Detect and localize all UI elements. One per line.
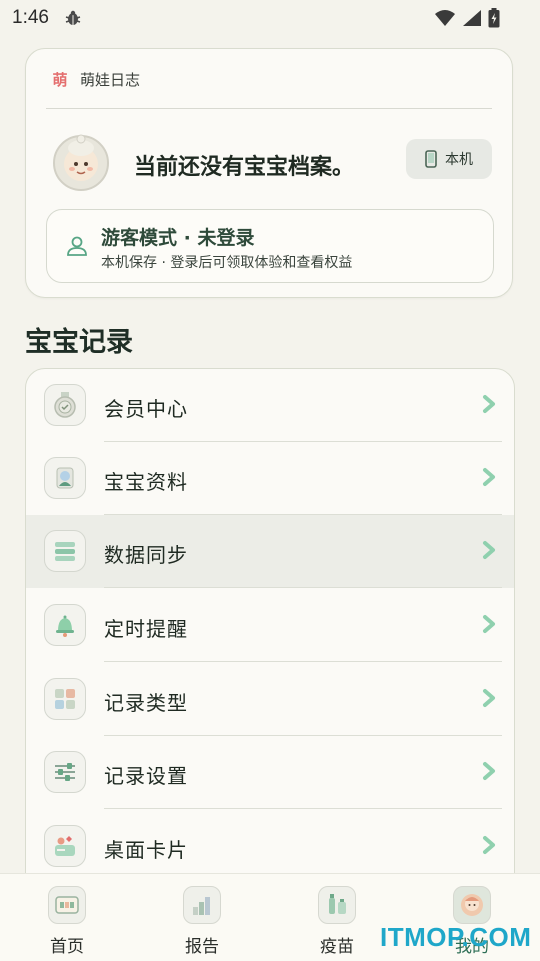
- local-button-label: 本机: [445, 152, 473, 168]
- user-icon: [67, 236, 87, 256]
- watermark: ITMOP.COM: [380, 922, 532, 952]
- chevron-right-icon: [483, 689, 495, 707]
- nav-tab-home[interactable]: 首页: [28, 882, 108, 958]
- signal-icon: [463, 10, 481, 26]
- menu-item-label: 宝宝资料: [104, 470, 188, 494]
- status-time: 1:46: [12, 7, 49, 28]
- home-icon: [48, 886, 86, 924]
- app-logo-icon: 萌: [52, 71, 68, 89]
- vaccine-icon: [318, 886, 356, 924]
- section-title: 宝宝记录: [25, 327, 133, 358]
- guest-login-banner[interactable]: 游客模式 · 未登录 本机保存 · 登录后可领取体验和查看权益: [46, 209, 494, 283]
- profile-card: 萌 萌娃日志 当前还没有宝宝档案。 本机 游客模式 · 未登录 本机保存 · 登…: [25, 48, 513, 298]
- chevron-right-icon: [483, 541, 495, 559]
- divider: [104, 587, 502, 588]
- settings-menu: 会员中心 宝宝资料 数据同步 定时提醒 记录类型 记录设置 桌面卡片: [25, 368, 515, 908]
- status-icons: [434, 8, 500, 28]
- nav-label: 首页: [50, 937, 84, 957]
- menu-item-membership[interactable]: 会员中心: [26, 369, 514, 442]
- menu-item-reminders[interactable]: 定时提醒: [26, 589, 514, 662]
- debug-bug-icon: [65, 10, 81, 25]
- menu-item-label: 桌面卡片: [104, 838, 188, 862]
- menu-item-record-settings[interactable]: 记录设置: [26, 736, 514, 809]
- menu-item-label: 记录类型: [104, 691, 188, 715]
- baby-profile-icon: [44, 457, 86, 499]
- menu-item-record-types[interactable]: 记录类型: [26, 663, 514, 736]
- battery-icon: [488, 8, 500, 28]
- category-grid-icon: [44, 678, 86, 720]
- wifi-icon: [435, 10, 455, 26]
- sliders-icon: [44, 751, 86, 793]
- menu-item-label: 数据同步: [104, 543, 188, 567]
- divider: [104, 808, 502, 809]
- chevron-right-icon: [483, 468, 495, 486]
- local-storage-button[interactable]: 本机: [406, 139, 492, 179]
- chevron-right-icon: [483, 762, 495, 780]
- divider: [104, 661, 502, 662]
- app-name: 萌娃日志: [80, 71, 141, 89]
- menu-item-baby-profile[interactable]: 宝宝资料: [26, 442, 514, 515]
- menu-item-label: 会员中心: [104, 397, 188, 421]
- chevron-right-icon: [483, 615, 495, 633]
- widget-card-icon: [44, 825, 86, 867]
- chevron-right-icon: [483, 836, 495, 854]
- guest-mode-title: 游客模式 · 未登录: [101, 227, 255, 249]
- sync-list-icon: [44, 530, 86, 572]
- no-profile-message: 当前还没有宝宝档案。: [134, 155, 355, 180]
- profile-icon: [453, 886, 491, 924]
- bell-icon: [44, 604, 86, 646]
- menu-item-label: 记录设置: [104, 764, 188, 788]
- guest-mode-subtitle: 本机保存 · 登录后可领取体验和查看权益: [101, 255, 353, 271]
- nav-label: 疫苗: [320, 937, 354, 957]
- status-bar: 1:46: [0, 0, 540, 36]
- menu-item-data-sync[interactable]: 数据同步: [26, 515, 514, 588]
- menu-item-label: 定时提醒: [104, 617, 188, 641]
- medal-icon: [44, 384, 86, 426]
- baby-avatar[interactable]: [48, 127, 114, 193]
- nav-tab-vaccine[interactable]: 疫苗: [298, 882, 378, 958]
- nav-label: 报告: [185, 937, 219, 957]
- app-brand: 萌 萌娃日志: [50, 69, 140, 90]
- chevron-right-icon: [483, 395, 495, 413]
- phone-icon: [425, 150, 437, 168]
- divider: [46, 108, 492, 109]
- nav-tab-report[interactable]: 报告: [163, 882, 243, 958]
- report-icon: [183, 886, 221, 924]
